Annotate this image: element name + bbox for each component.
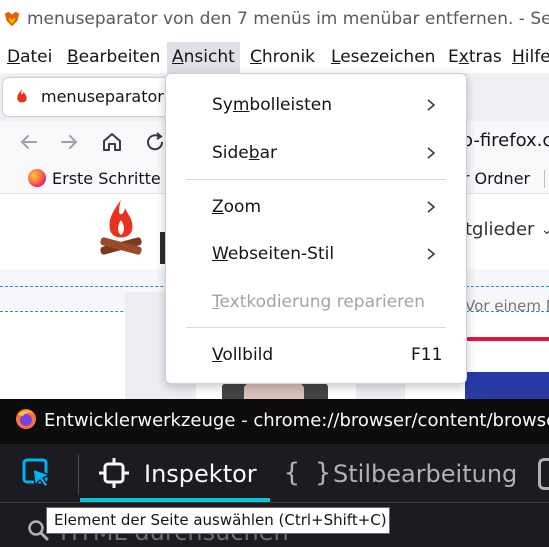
menu-tools-rest: tras [468, 47, 502, 67]
menu-separator [186, 327, 446, 328]
menubar: Datei Bearbeiten Ansicht Chronik Lesezei… [0, 42, 549, 73]
menu-view[interactable]: Ansicht [167, 42, 240, 73]
firefox-devtools-icon [16, 409, 36, 429]
window-title: menuseparator von den 7 menüs im menübar… [27, 9, 549, 29]
menu-bookmarks-accel: L [331, 47, 341, 67]
bookmark-first-steps[interactable]: Erste Schritte [52, 169, 161, 188]
menu-item-zoom[interactable]: Zoom [212, 197, 261, 217]
url-bar-text[interactable]: o-firefox.c [462, 130, 549, 151]
forward-arrow-icon[interactable] [54, 127, 84, 157]
menu-edit-accel: B [67, 47, 79, 67]
menu-item-page-style-post: ebseiten-Stil [227, 244, 335, 264]
menu-item-repair-encoding-accel: T [212, 292, 220, 312]
menu-item-toolbars-pre: Sy [212, 95, 233, 115]
menu-item-fullscreen[interactable]: Vollbild [212, 345, 273, 365]
console-tab-icon[interactable] [538, 458, 549, 490]
tab-title: menuseparator v [41, 87, 175, 106]
menu-tools-pre: E [448, 47, 459, 67]
element-picker-icon[interactable] [12, 449, 64, 499]
menu-item-sidebar-post: ar [259, 143, 277, 163]
menu-edit-rest: earbeiten [78, 47, 161, 67]
chevron-right-icon [427, 248, 436, 260]
menu-bookmarks[interactable]: Lesezeichen [326, 42, 440, 73]
view-menu-popup: Symbolleisten Sidebar Zoom Webseiten-Sti… [165, 73, 467, 384]
chevron-right-icon [427, 201, 436, 213]
menu-help-rest: ilfe [524, 47, 549, 67]
menu-tools[interactable]: Extras [443, 42, 507, 73]
members-menu-label[interactable]: itglieder [460, 219, 534, 240]
campfire-logo-icon[interactable] [98, 198, 144, 262]
menu-edit[interactable]: Bearbeiten [62, 42, 165, 73]
chevron-down-icon[interactable]: ⌄ [541, 222, 549, 238]
preview-thumbnail[interactable] [465, 372, 549, 399]
bookmarks-divider [544, 170, 545, 188]
menu-history-accel: C [250, 47, 262, 67]
menu-history[interactable]: Chronik [245, 42, 320, 73]
menu-item-fullscreen-accel: V [212, 345, 223, 365]
chevron-right-icon [427, 99, 436, 111]
menu-bookmarks-rest: esezeichen [340, 47, 436, 67]
flame-favicon-icon [17, 88, 27, 103]
menu-file-accel: D [7, 47, 21, 67]
devtools-title: Entwicklerwerkzeuge - chrome://browser/c… [44, 410, 549, 431]
tab-inspector[interactable]: Inspektor [144, 460, 257, 488]
fullscreen-shortcut: F11 [411, 345, 443, 365]
menu-file-rest: atei [20, 47, 53, 67]
menu-item-toolbars-accel: m [232, 95, 250, 115]
inspector-icon [99, 458, 129, 488]
toolbar-divider [78, 455, 79, 495]
menu-help[interactable]: Hilfe [507, 42, 549, 73]
menu-item-sidebar-pre: Side [212, 143, 249, 163]
menu-history-rest: hronik [261, 47, 316, 67]
menu-item-zoom-post: oom [223, 197, 262, 217]
menu-item-sidebar-accel: b [248, 143, 260, 163]
menu-item-page-style[interactable]: Webseiten-Stil [212, 244, 334, 264]
picker-tooltip: Element der Seite auswählen (Ctrl+Shift+… [46, 507, 390, 534]
menu-view-rest: nsicht [183, 47, 235, 67]
tab-style-editor[interactable]: Stilbearbeitung [333, 460, 517, 488]
firefox-bookmark-icon [28, 169, 46, 187]
menu-item-repair-encoding: Textkodierung reparieren [212, 292, 425, 312]
menu-file[interactable]: Datei [2, 42, 57, 73]
menu-item-zoom-accel: Z [212, 197, 224, 217]
menu-item-repair-encoding-post: extkodierung reparieren [219, 292, 426, 312]
menu-item-toolbars-post: bolleisten [249, 95, 332, 115]
chevron-right-icon [427, 147, 436, 159]
menu-item-sidebar[interactable]: Sidebar [212, 143, 277, 163]
menu-tools-accel: x [458, 47, 469, 67]
menu-separator [186, 179, 446, 180]
home-icon[interactable] [97, 127, 127, 157]
menu-item-toolbars[interactable]: Symbolleisten [212, 95, 332, 115]
tab-active[interactable]: menuseparator v [3, 78, 175, 116]
preview-text[interactable]: Vor einem M [465, 297, 549, 315]
firefox-logo-icon [4, 11, 20, 27]
menu-view-accel: A [172, 47, 184, 67]
accent-bar [466, 337, 549, 341]
menu-help-accel: H [512, 47, 525, 67]
back-arrow-icon[interactable] [14, 127, 44, 157]
style-editor-icon: { } [284, 458, 331, 488]
menu-item-page-style-accel: W [212, 244, 228, 264]
menu-item-fullscreen-post: ollbild [222, 345, 274, 365]
